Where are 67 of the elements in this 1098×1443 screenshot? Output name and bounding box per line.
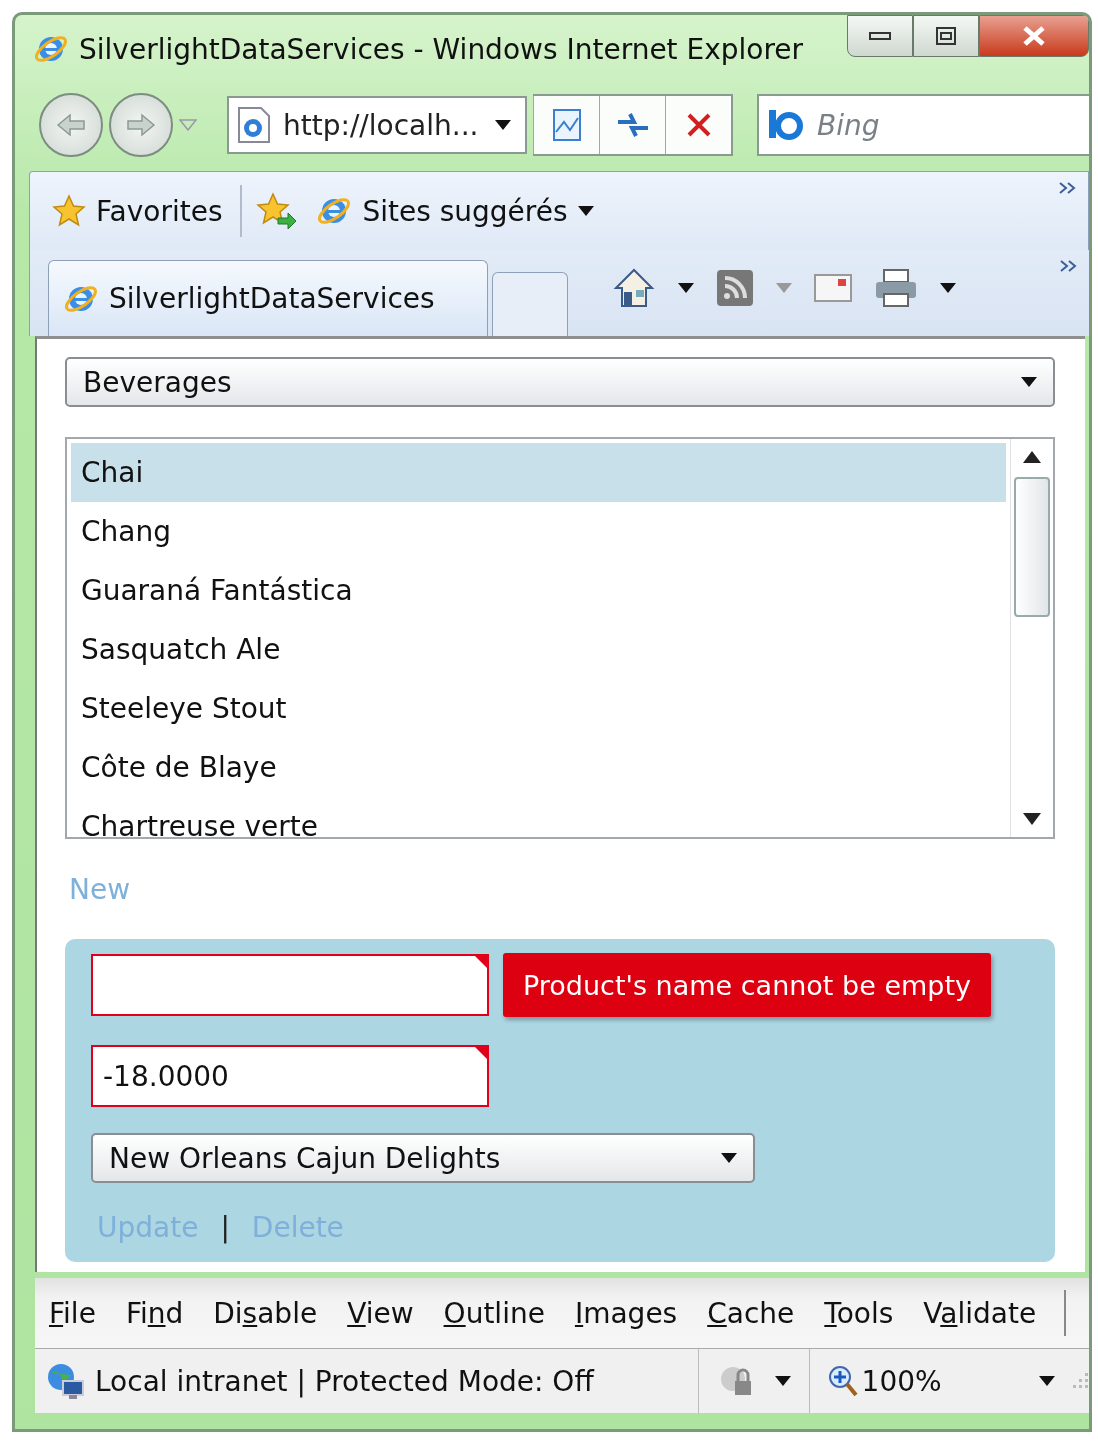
menu-item[interactable]: Find [123,1296,198,1330]
browser-tab[interactable]: SilverlightDataServices [48,260,488,336]
address-bar[interactable]: http://localh... [227,96,527,154]
menu-item[interactable]: View [345,1296,428,1330]
close-icon [1022,25,1046,47]
maximize-button[interactable] [913,15,979,57]
list-item[interactable]: Steeleye Stout [71,679,1006,738]
zoom-icon [827,1365,858,1397]
menu-item[interactable]: Cache [705,1296,809,1330]
separator-text: | [220,1211,230,1244]
star-icon [52,194,86,228]
caret-icon[interactable] [774,1376,791,1386]
scroll-thumb[interactable] [1014,477,1050,617]
refresh-button[interactable] [599,96,665,154]
resize-grip-icon[interactable] [1073,1373,1089,1389]
caret-icon[interactable] [1039,1376,1055,1386]
text-field[interactable]: -18.0000 [91,1045,489,1107]
globe-computer-icon [45,1361,85,1401]
error-corner-icon [475,956,487,968]
menu-item[interactable]: File [47,1296,110,1330]
compatibility-button[interactable] [533,96,599,154]
minimize-icon [869,32,891,40]
printer-icon[interactable] [874,268,918,308]
scroll-down-icon[interactable] [1023,813,1041,825]
list-item[interactable]: Côte de Blaye [71,738,1006,797]
minimize-button[interactable] [847,15,913,57]
menu-item[interactable]: Disable [211,1296,332,1330]
menu-item[interactable]: Outline [441,1296,559,1330]
page-icon [237,106,271,144]
caret-icon[interactable] [678,283,694,293]
zoom-button[interactable]: 100% [827,1364,942,1398]
caret-icon[interactable] [495,120,511,130]
error-tooltip: Product's name cannot be empty [503,953,991,1017]
status-text: Local intranet | Protected Mode: Off [95,1364,594,1398]
arrow-icon [126,113,156,137]
chevron-icon[interactable] [1058,181,1078,195]
menu-item[interactable]: Images [572,1296,692,1330]
search-field[interactable]: Bing [757,94,1089,156]
caret-icon[interactable] [1021,377,1037,387]
list-item[interactable]: Sasquatch Ale [71,620,1006,679]
maximize-icon [936,27,956,45]
mail-icon[interactable] [814,274,852,302]
error-corner-icon [475,1047,487,1059]
list-item[interactable]: Guaraná Fantástica [71,561,1006,620]
arrow-icon [56,113,86,137]
window-title: SilverlightDataServices - Windows Internet Explorer [79,32,804,66]
list-item[interactable]: Chang [71,502,1006,561]
caret-icon[interactable] [721,1153,737,1163]
list-item[interactable]: Chai [71,443,1006,502]
menu-item[interactable]: Validate [921,1296,1051,1330]
suggested-sites-button[interactable]: Sites suggérés [312,193,598,229]
feed-icon[interactable] [716,269,754,307]
scrollbar[interactable] [1010,439,1053,837]
caret-icon[interactable] [940,283,956,293]
chevron-icon[interactable] [1059,259,1079,273]
scroll-up-icon[interactable] [1023,451,1041,463]
caret-icon[interactable] [577,206,594,216]
home-icon[interactable] [612,266,656,310]
list-item[interactable]: Chartreuse verte [71,797,1006,837]
menu-item[interactable]: Tools [822,1296,908,1330]
supplier-dropdown[interactable]: New Orleans Cajun Delights [91,1133,755,1183]
favorites-button[interactable]: Favorites [48,194,227,228]
close-button[interactable] [979,15,1089,57]
category-dropdown[interactable]: Beverages [65,357,1055,407]
stop-button[interactable] [665,96,731,154]
text-field[interactable] [91,954,489,1016]
add-favorite-icon[interactable] [256,192,299,230]
